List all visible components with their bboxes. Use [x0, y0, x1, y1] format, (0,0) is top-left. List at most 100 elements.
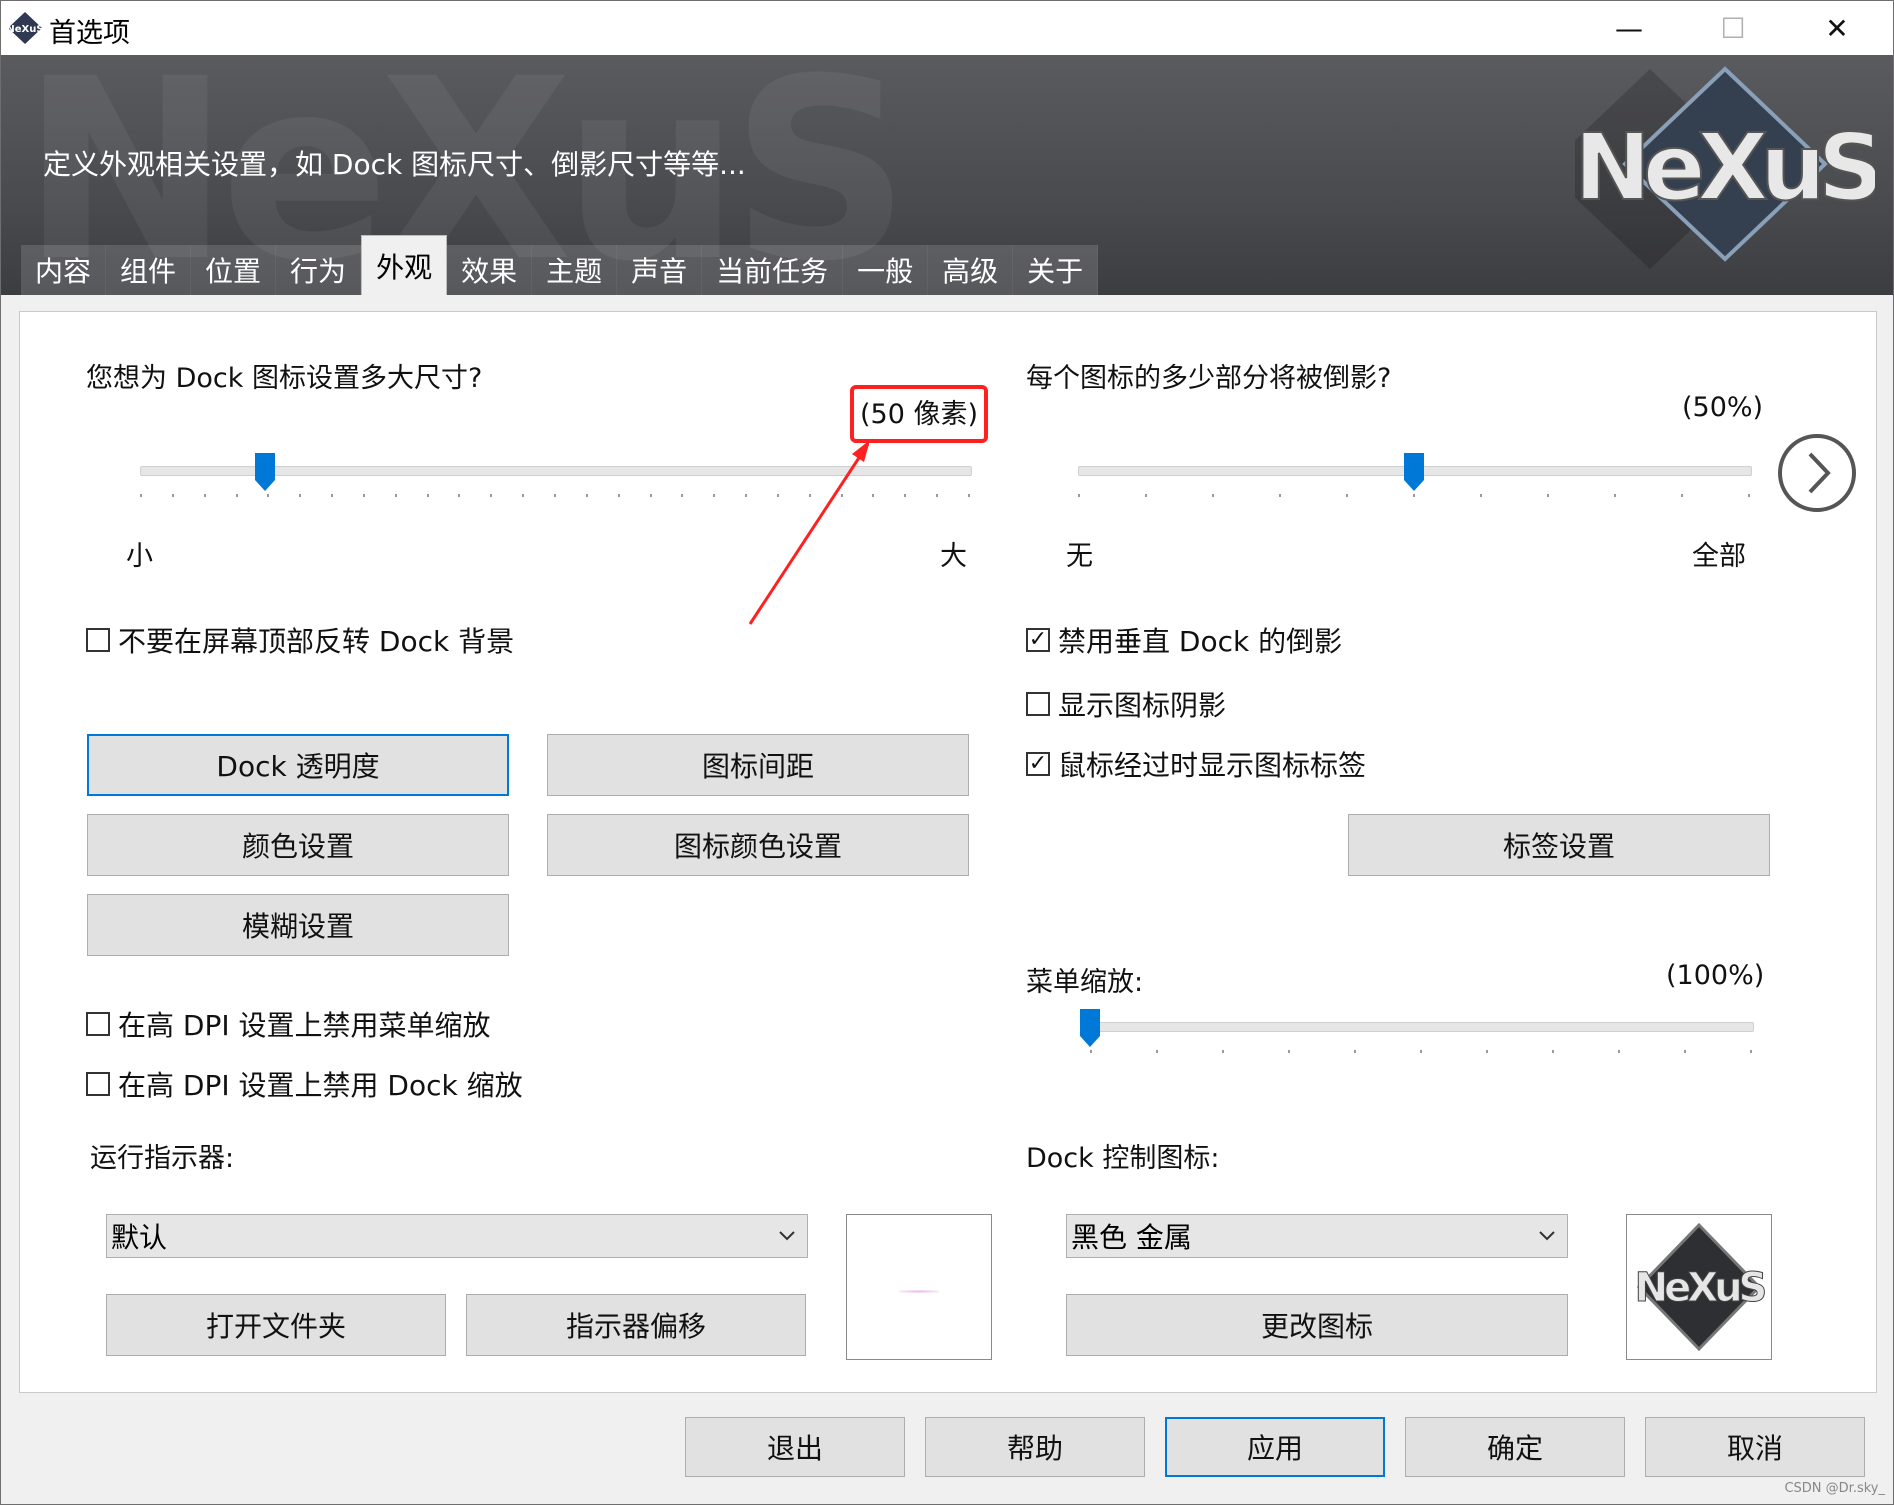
- slider-tick: [1618, 1050, 1620, 1053]
- tab-behavior[interactable]: 行为: [276, 245, 362, 295]
- menu-scale-slider-track[interactable]: [1090, 1022, 1754, 1032]
- icon-shadow-checkbox-row[interactable]: 显示图标阴影: [1026, 684, 1226, 724]
- reflection-min-label: 无: [1066, 541, 1093, 572]
- indicator-offset-button[interactable]: 指示器偏移: [466, 1294, 806, 1356]
- slider-tick: [936, 494, 939, 497]
- menu-scale-ticks: [1090, 1050, 1752, 1056]
- icon-size-min-label: 小: [126, 541, 153, 572]
- tab-appearance[interactable]: 外观: [361, 235, 448, 295]
- slider-tick: [713, 494, 716, 497]
- open-folder-button[interactable]: 打开文件夹: [106, 1294, 446, 1356]
- indicator-preview-glow: [899, 1290, 939, 1293]
- blur-settings-button[interactable]: 模糊设置: [87, 894, 509, 956]
- change-icon-button[interactable]: 更改图标: [1066, 1294, 1568, 1356]
- minimize-button[interactable]: —: [1577, 1, 1681, 55]
- slider-tick: [1681, 494, 1683, 497]
- slider-tick: [1156, 1050, 1158, 1053]
- dock-control-icon-selected: 黑色 金属: [1071, 1221, 1192, 1254]
- help-button[interactable]: 帮助: [925, 1417, 1145, 1477]
- slider-tick: [299, 494, 302, 497]
- slider-tick: [203, 494, 206, 497]
- cancel-button[interactable]: 取消: [1645, 1417, 1865, 1477]
- close-button[interactable]: ✕: [1785, 1, 1889, 55]
- slider-tick: [1614, 494, 1616, 497]
- icon-shadow-label: 显示图标阴影: [1058, 689, 1227, 722]
- preferences-window: NeXuS 首选项 — ☐ ✕ NeXuS 定义外观相关设置，如 Dock 图标…: [0, 0, 1894, 1505]
- vertical-reflection-checkbox[interactable]: ✓: [1026, 628, 1050, 652]
- no-flip-checkbox-row[interactable]: 不要在屏幕顶部反转 Dock 背景: [86, 620, 514, 660]
- reflection-question: 每个图标的多少部分将被倒影?: [1026, 363, 1392, 394]
- svg-text:NeXuS: NeXuS: [1635, 1265, 1765, 1311]
- slider-tick: [362, 494, 365, 497]
- icon-spacing-button[interactable]: 图标间距: [547, 734, 969, 796]
- dpi-dock-checkbox-row[interactable]: 在高 DPI 设置上禁用 Dock 缩放: [86, 1064, 523, 1104]
- svg-text:NeXuS: NeXuS: [1575, 114, 1875, 221]
- tab-current-tasks[interactable]: 当前任务: [702, 245, 844, 295]
- no-flip-checkbox[interactable]: [86, 628, 110, 652]
- slider-tick: [904, 494, 907, 497]
- dock-control-icon-preview: NeXuS: [1626, 1214, 1772, 1360]
- slider-tick: [490, 494, 493, 497]
- icon-size-max-label: 大: [940, 541, 967, 572]
- tab-widgets[interactable]: 组件: [106, 245, 192, 295]
- slider-tick: [458, 494, 461, 497]
- slider-tick: [1288, 1050, 1290, 1053]
- apply-button[interactable]: 应用: [1165, 1417, 1385, 1477]
- slider-tick: [1078, 494, 1080, 497]
- window-title: 首选项: [49, 18, 130, 49]
- menu-scale-label: 菜单缩放:: [1026, 967, 1144, 998]
- nexus-logo: NeXuS: [1575, 66, 1875, 269]
- maximize-button[interactable]: ☐: [1681, 1, 1785, 55]
- exit-button[interactable]: 退出: [685, 1417, 905, 1477]
- running-indicator-select[interactable]: 默认: [106, 1214, 808, 1258]
- slider-tick: [1413, 494, 1415, 497]
- icon-shadow-checkbox[interactable]: [1026, 692, 1050, 716]
- slider-tick: [1547, 494, 1549, 497]
- svg-text:NeXuS: NeXuS: [7, 24, 43, 35]
- color-settings-button[interactable]: 颜色设置: [87, 814, 509, 876]
- ok-button[interactable]: 确定: [1405, 1417, 1625, 1477]
- tab-general[interactable]: 一般: [843, 245, 929, 295]
- slider-tick: [267, 494, 270, 497]
- appearance-panel: 您想为 Dock 图标设置多大尺寸? (50 像素) 小 大 每个图标的多少部分…: [19, 311, 1877, 1393]
- slider-tick: [171, 494, 174, 497]
- running-indicator-label: 运行指示器:: [90, 1143, 235, 1174]
- slider-tick: [331, 494, 334, 497]
- page-description: 定义外观相关设置，如 Dock 图标尺寸、倒影尺寸等等...: [43, 148, 746, 181]
- slider-tick: [235, 494, 238, 497]
- dpi-menu-checkbox-row[interactable]: 在高 DPI 设置上禁用菜单缩放: [86, 1004, 491, 1044]
- slider-tick: [394, 494, 397, 497]
- indicator-preview: [846, 1214, 992, 1360]
- dpi-menu-checkbox[interactable]: [86, 1012, 110, 1036]
- vertical-reflection-checkbox-row[interactable]: ✓ 禁用垂直 Dock 的倒影: [1026, 620, 1342, 660]
- icon-color-settings-button[interactable]: 图标颜色设置: [547, 814, 969, 876]
- menu-scale-value: (100%): [1666, 960, 1765, 991]
- slider-tick: [1279, 494, 1281, 497]
- slider-tick: [1552, 1050, 1554, 1053]
- tab-content[interactable]: 内容: [21, 245, 107, 295]
- dpi-dock-checkbox[interactable]: [86, 1072, 110, 1096]
- reflection-slider-thumb[interactable]: [1403, 452, 1425, 492]
- hover-label-checkbox-row[interactable]: ✓ 鼠标经过时显示图标标签: [1026, 744, 1366, 784]
- menu-scale-slider-thumb[interactable]: [1079, 1008, 1101, 1048]
- nexus-app-icon: NeXuS: [7, 12, 43, 44]
- chevron-down-icon: [779, 1231, 795, 1241]
- slider-tick: [426, 494, 429, 497]
- next-arrow-icon[interactable]: [1776, 432, 1858, 514]
- tab-sound[interactable]: 声音: [617, 245, 703, 295]
- tab-about[interactable]: 关于: [1013, 245, 1099, 295]
- icon-size-slider-thumb[interactable]: [254, 452, 276, 492]
- dock-opacity-button[interactable]: Dock 透明度: [87, 734, 509, 796]
- tab-effects[interactable]: 效果: [447, 245, 533, 295]
- slider-tick: [1750, 1050, 1752, 1053]
- slider-tick: [1480, 494, 1482, 497]
- icon-size-question: 您想为 Dock 图标设置多大尺寸?: [86, 363, 483, 394]
- tab-advanced[interactable]: 高级: [928, 245, 1014, 295]
- tab-theme[interactable]: 主题: [532, 245, 618, 295]
- header-banner: NeXuS 定义外观相关设置，如 Dock 图标尺寸、倒影尺寸等等... NeX…: [1, 55, 1893, 295]
- dock-control-icon-select[interactable]: 黑色 金属: [1066, 1214, 1568, 1258]
- label-settings-button[interactable]: 标签设置: [1348, 814, 1770, 876]
- hover-label-checkbox[interactable]: ✓: [1026, 752, 1050, 776]
- slider-tick: [1090, 1050, 1092, 1053]
- tab-position[interactable]: 位置: [191, 245, 277, 295]
